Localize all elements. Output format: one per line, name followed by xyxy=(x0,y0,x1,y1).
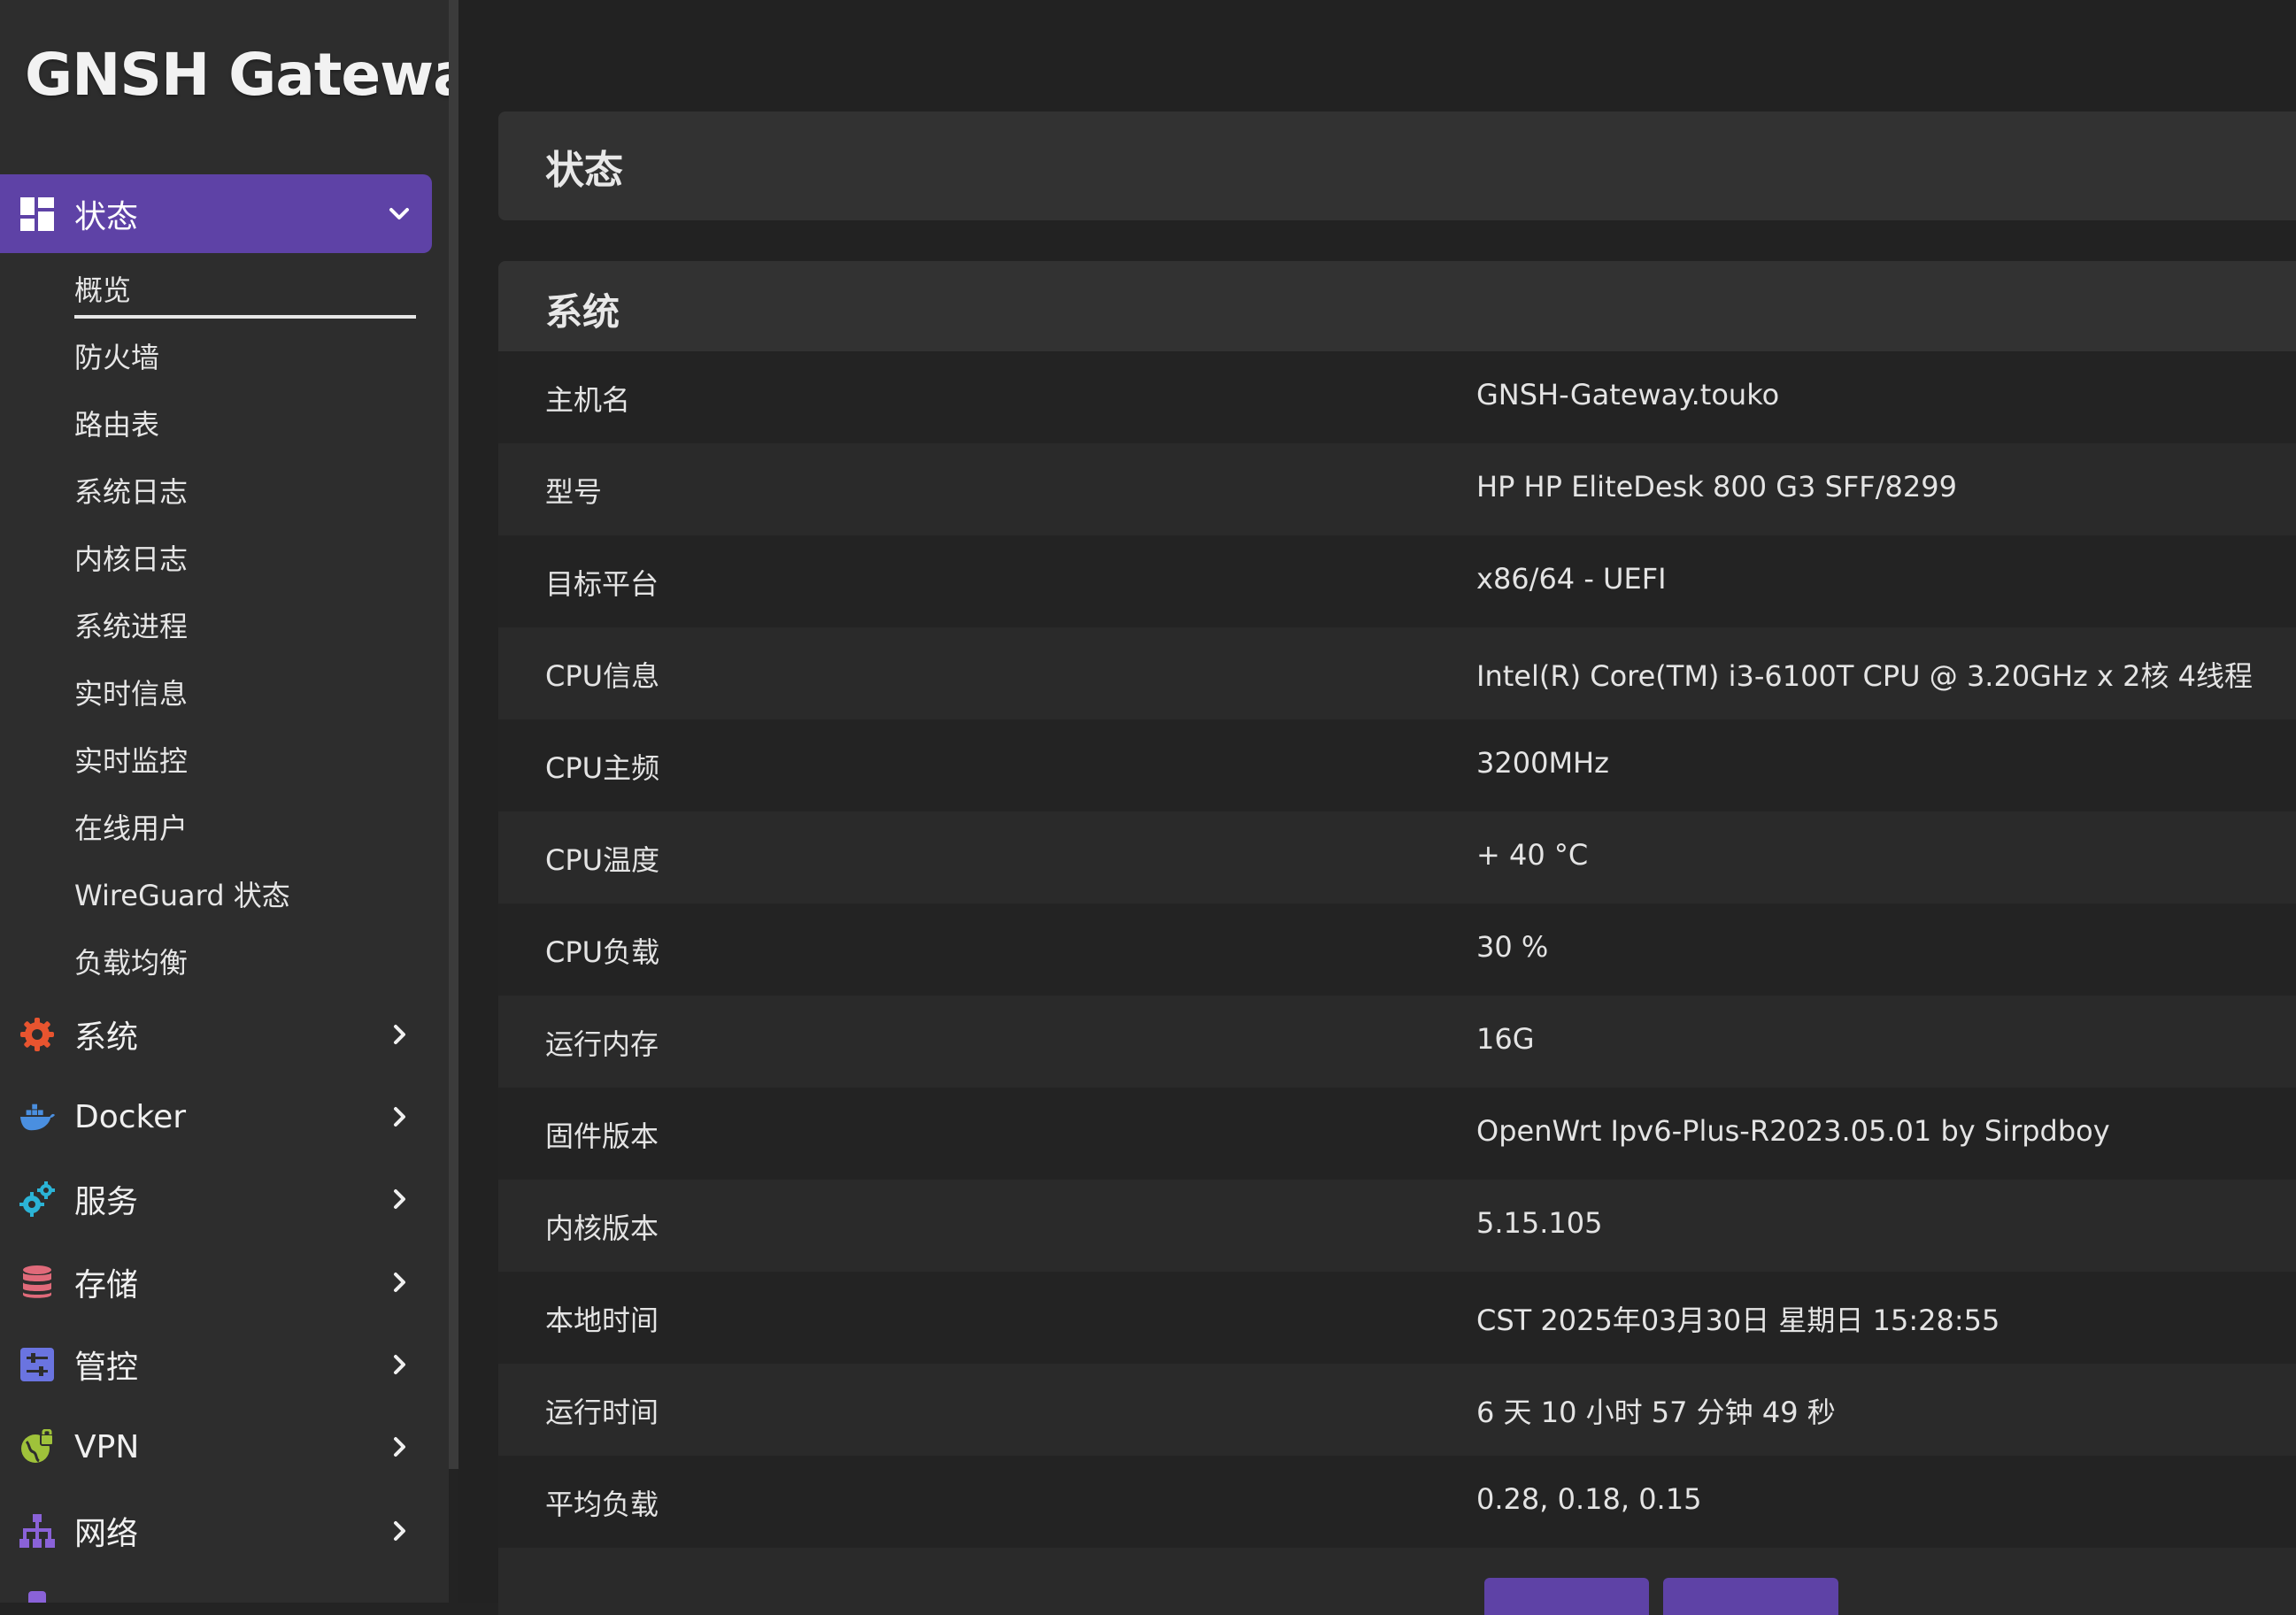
submenu-item-wireguard[interactable]: WireGuard 状态 xyxy=(74,873,290,914)
docker-whale-icon xyxy=(19,1099,55,1134)
sidebar-scrollbar[interactable] xyxy=(449,0,458,1469)
table-row: CPU温度 + 40 °C xyxy=(498,811,2296,904)
table-row: CPU信息 Intel(R) Core(TM) i3-6100T CPU @ 3… xyxy=(498,627,2296,719)
chevron-right-icon xyxy=(388,1435,411,1458)
chevron-right-icon xyxy=(388,1519,411,1542)
row-value: x86/64 - UEFI xyxy=(1476,562,1667,596)
submenu-item-load-balance[interactable]: 负载均衡 xyxy=(74,941,188,981)
cogs-icon xyxy=(19,1181,55,1217)
table-row: 内核版本 5.15.105 xyxy=(498,1180,2296,1272)
row-label: 固件版本 xyxy=(545,1119,659,1153)
sidebar-menu-label: 网络 xyxy=(74,1516,139,1552)
table-row: 主机名 GNSH-Gateway.touko xyxy=(498,351,2296,443)
table-row: CPU主频 3200MHz xyxy=(498,719,2296,811)
row-value: CST 2025年03月30日 星期日 15:28:55 xyxy=(1476,1304,2000,1337)
sliders-icon xyxy=(19,1347,55,1382)
action-button[interactable] xyxy=(1663,1578,1838,1615)
sidebar-menu-control[interactable]: 管控 xyxy=(0,1326,432,1404)
system-info-panel: 系统 主机名 GNSH-Gateway.touko 型号 HP HP Elite… xyxy=(498,261,2296,1615)
submenu-item-realtime-monitor[interactable]: 实时监控 xyxy=(74,739,188,780)
row-label: 本地时间 xyxy=(545,1304,659,1337)
sidebar-menu-label: 状态 xyxy=(74,198,139,235)
row-label: 目标平台 xyxy=(545,567,659,601)
chevron-right-icon xyxy=(388,1023,411,1046)
sidebar-menu-services[interactable]: 服务 xyxy=(0,1160,432,1238)
table-row: 运行时间 6 天 10 小时 57 分钟 49 秒 xyxy=(498,1364,2296,1456)
submenu-item-processes[interactable]: 系统进程 xyxy=(74,604,188,645)
row-label: 主机名 xyxy=(545,383,631,417)
row-label: CPU温度 xyxy=(545,843,660,877)
chevron-right-icon xyxy=(388,1105,411,1128)
sidebar-menu-label: 管控 xyxy=(74,1350,139,1386)
page-header: 状态 xyxy=(498,112,2296,220)
sidebar-next-item-icon xyxy=(19,1591,55,1603)
chevron-right-icon xyxy=(388,1271,411,1294)
submenu-item-realtime-info[interactable]: 实时信息 xyxy=(74,672,188,712)
row-label: 内核版本 xyxy=(545,1211,659,1245)
table-row: 目标平台 x86/64 - UEFI xyxy=(498,535,2296,627)
sidebar-menu-storage[interactable]: 存储 xyxy=(0,1243,432,1321)
submenu-item-routes[interactable]: 路由表 xyxy=(74,403,159,443)
dashboard-grid-icon xyxy=(19,196,55,232)
row-value: + 40 °C xyxy=(1476,838,1589,872)
submenu-item-overview[interactable]: 概览 xyxy=(74,268,131,309)
row-value: 3200MHz xyxy=(1476,746,1609,780)
row-value: 30 % xyxy=(1476,930,1549,964)
sidebar-menu-status[interactable]: 状态 xyxy=(0,174,432,253)
row-label: 运行时间 xyxy=(545,1396,659,1429)
table-row: 平均负载 0.28, 0.18, 0.15 xyxy=(498,1456,2296,1548)
section-title: 系统 xyxy=(545,290,620,334)
network-tree-icon xyxy=(19,1513,55,1549)
chevron-right-icon xyxy=(388,1188,411,1211)
sidebar-menu-vpn[interactable]: VPN xyxy=(0,1408,432,1486)
sidebar-menu-label: 存储 xyxy=(74,1267,139,1304)
sidebar-menu-network[interactable]: 网络 xyxy=(0,1492,432,1570)
gear-icon xyxy=(19,1017,55,1052)
row-value: 0.28, 0.18, 0.15 xyxy=(1476,1482,1702,1516)
database-icon xyxy=(19,1265,55,1300)
sidebar-menu-label: VPN xyxy=(74,1428,140,1465)
submenu-item-kernel-log[interactable]: 内核日志 xyxy=(74,537,188,578)
sidebar: GNSH Gateway.t 状态 概览 防火墙 路由表 系统日志 内核日志 系… xyxy=(0,0,449,1603)
row-label: 运行内存 xyxy=(545,1027,659,1061)
submenu-item-firewall[interactable]: 防火墙 xyxy=(74,335,159,376)
row-value: 6 天 10 小时 57 分钟 49 秒 xyxy=(1476,1396,1836,1429)
row-label: 平均负载 xyxy=(545,1488,659,1521)
row-value: 16G xyxy=(1476,1022,1535,1056)
sidebar-menu-label: 系统 xyxy=(74,1019,139,1056)
sidebar-menu-label: Docker xyxy=(74,1098,187,1135)
table-row xyxy=(498,1548,2296,1615)
row-value: HP HP EliteDesk 800 G3 SFF/8299 xyxy=(1476,470,1957,504)
table-row: 运行内存 16G xyxy=(498,996,2296,1088)
brand-logo[interactable]: GNSH Gateway.t xyxy=(25,41,449,109)
chevron-right-icon xyxy=(388,1353,411,1376)
submenu-item-online-users[interactable]: 在线用户 xyxy=(74,806,188,847)
row-label: CPU信息 xyxy=(545,659,660,693)
chevron-down-icon xyxy=(388,203,411,226)
page-title: 状态 xyxy=(545,148,623,193)
table-row: CPU负载 30 % xyxy=(498,904,2296,996)
sidebar-menu-system[interactable]: 系统 xyxy=(0,996,432,1073)
panel-header: 系统 xyxy=(498,261,2296,351)
submenu-active-underline xyxy=(74,315,416,319)
sidebar-menu-docker[interactable]: Docker xyxy=(0,1078,432,1156)
row-value: OpenWrt Ipv6-Plus-R2023.05.01 by Sirpdbo… xyxy=(1476,1114,2110,1148)
row-label: 型号 xyxy=(545,475,603,509)
row-label: CPU主频 xyxy=(545,751,660,785)
row-value: Intel(R) Core(TM) i3-6100T CPU @ 3.20GHz… xyxy=(1476,659,2254,693)
row-value: GNSH-Gateway.touko xyxy=(1476,378,1780,411)
sidebar-menu-label: 服务 xyxy=(74,1184,139,1220)
globe-lock-icon xyxy=(19,1429,55,1465)
action-button[interactable] xyxy=(1484,1578,1649,1615)
row-value: 5.15.105 xyxy=(1476,1206,1603,1240)
submenu-item-syslog[interactable]: 系统日志 xyxy=(74,470,188,511)
table-row: 固件版本 OpenWrt Ipv6-Plus-R2023.05.01 by Si… xyxy=(498,1088,2296,1180)
table-row: 型号 HP HP EliteDesk 800 G3 SFF/8299 xyxy=(498,443,2296,535)
row-label: CPU负载 xyxy=(545,935,660,969)
table-row: 本地时间 CST 2025年03月30日 星期日 15:28:55 xyxy=(498,1272,2296,1364)
